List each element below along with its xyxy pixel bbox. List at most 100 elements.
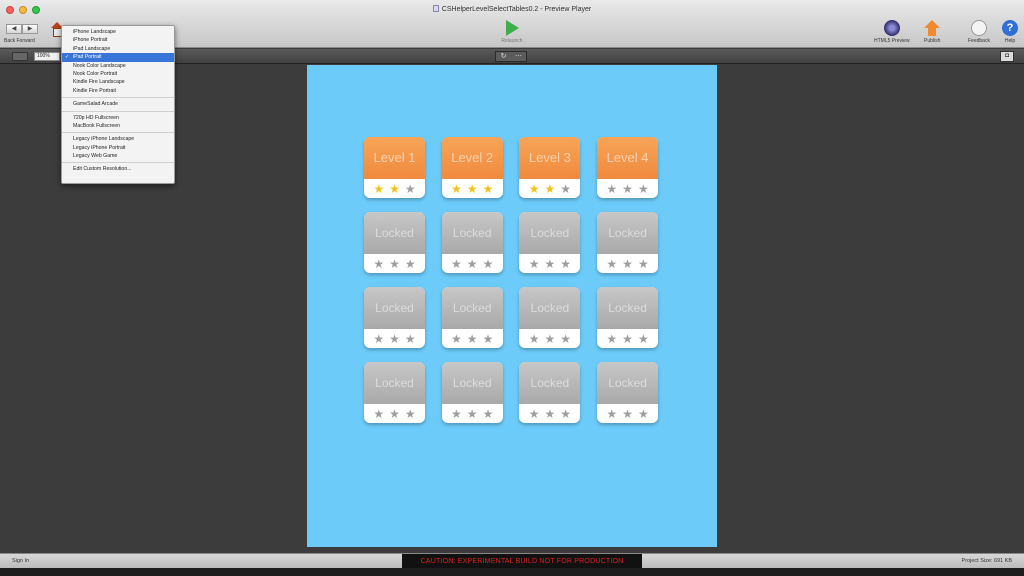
more-icon[interactable]: ⋯ <box>511 52 526 61</box>
device-preview-canvas: Level 1 ★ ★ ★ Level 2 ★ ★ ★ Level 3 ★ ★ ★ Level 4 ★ ★ ★… <box>307 65 717 547</box>
level-tile[interactable]: Level 4 ★ ★ ★ <box>597 137 659 198</box>
project-size: Project Size: 691 KB <box>961 558 1012 564</box>
reload-controls: ↻ ⋯ <box>495 51 527 62</box>
star-empty-icon: ★ <box>637 331 649 346</box>
star-empty-icon: ★ <box>560 331 572 346</box>
menu-item-nook-color-landscape[interactable]: Nook Color Landscape <box>62 62 174 70</box>
star-empty-icon: ★ <box>373 406 385 421</box>
help-button[interactable]: ? Help <box>1002 20 1018 44</box>
menu-item-kindle-fire-portrait[interactable]: Kindle Fire Portrait <box>62 87 174 95</box>
star-empty-icon: ★ <box>606 331 618 346</box>
menu-item-ipad-landscape[interactable]: iPad Landscape <box>62 45 174 53</box>
resolution-toggle[interactable] <box>12 52 28 61</box>
star-empty-icon: ★ <box>451 331 462 346</box>
html5-preview-button[interactable]: HTML5 Preview <box>874 20 910 44</box>
star-empty-icon: ★ <box>373 256 385 271</box>
star-empty-icon: ★ <box>544 406 556 421</box>
menu-item-iphone-landscape[interactable]: iPhone Landscape <box>62 28 174 36</box>
level-label: Locked <box>597 287 659 329</box>
star-filled-icon: ★ <box>528 181 540 196</box>
forward-button[interactable]: ▶ <box>22 24 38 34</box>
feedback-icon <box>970 20 987 36</box>
level-stars: ★ ★ ★ <box>442 179 503 198</box>
star-empty-icon: ★ <box>560 256 572 271</box>
level-label: Locked <box>597 212 659 254</box>
refresh-icon[interactable]: ↻ <box>496 52 511 61</box>
star-filled-icon: ★ <box>373 181 385 196</box>
feedback-label: Feedback <box>968 38 990 44</box>
html5-preview-label: HTML5 Preview <box>874 38 910 44</box>
star-filled-icon: ★ <box>466 181 478 196</box>
star-empty-icon: ★ <box>622 331 633 346</box>
star-empty-icon: ★ <box>528 331 540 346</box>
level-label: Level 3 <box>519 137 581 179</box>
level-tile[interactable]: Level 3 ★ ★ ★ <box>519 137 581 198</box>
star-empty-icon: ★ <box>606 181 618 196</box>
locked-level-tile: Locked ★ ★ ★ <box>519 212 581 273</box>
level-stars: ★ ★ ★ <box>519 254 580 273</box>
level-label: Locked <box>441 287 503 329</box>
star-empty-icon: ★ <box>482 406 494 421</box>
star-empty-icon: ★ <box>404 181 416 196</box>
menu-item-kindle-fire-landscape[interactable]: Kindle Fire Landscape <box>62 78 174 86</box>
locked-level-tile: Locked ★ ★ ★ <box>364 362 425 423</box>
locked-level-tile: Locked ★ ★ ★ <box>597 212 659 273</box>
menu-item-legacy-iphone-portrait[interactable]: Legacy iPhone Portrait <box>62 144 174 152</box>
back-button[interactable]: ◀ <box>6 24 22 34</box>
menu-separator <box>62 110 174 112</box>
level-stars: ★ ★ ★ <box>519 329 580 348</box>
help-icon: ? <box>1002 20 1018 36</box>
menu-item-edit-custom-resolution[interactable]: Edit Custom Resolution... <box>62 165 174 173</box>
star-empty-icon: ★ <box>528 256 540 271</box>
level-label: Level 4 <box>597 137 659 179</box>
level-stars: ★ ★ ★ <box>597 404 658 423</box>
level-label: Locked <box>519 287 581 329</box>
level-stars: ★ ★ ★ <box>597 254 658 273</box>
menu-item-720p-hd-fullscreen[interactable]: 720p HD Fullscreen <box>62 114 174 122</box>
relaunch-button[interactable]: Relaunch <box>492 20 532 44</box>
relaunch-label: Relaunch <box>501 38 523 44</box>
menu-item-ipad-portrait[interactable]: iPad Portrait <box>62 53 174 62</box>
star-empty-icon: ★ <box>482 256 494 271</box>
star-empty-icon: ★ <box>560 406 572 421</box>
star-empty-icon: ★ <box>544 331 556 346</box>
star-empty-icon: ★ <box>637 406 649 421</box>
locked-level-tile: Locked ★ ★ ★ <box>597 362 659 423</box>
star-empty-icon: ★ <box>606 256 618 271</box>
level-label: Locked <box>364 212 425 254</box>
menu-item-macbook-fullscreen[interactable]: MacBook Fullscreen <box>62 122 174 130</box>
camera-icon[interactable]: ◘ <box>1000 51 1014 62</box>
star-filled-icon: ★ <box>451 181 462 196</box>
level-label: Locked <box>519 212 581 254</box>
menu-item-legacy-web-game[interactable]: Legacy Web Game <box>62 152 174 160</box>
level-tile[interactable]: Level 2 ★ ★ ★ <box>441 137 503 198</box>
feedback-button[interactable]: Feedback <box>968 20 990 44</box>
star-empty-icon: ★ <box>482 331 494 346</box>
menu-item-iphone-portrait[interactable]: iPhone Portrait <box>62 36 174 44</box>
level-stars: ★ ★ ★ <box>597 179 658 198</box>
publish-button[interactable]: Publish <box>924 20 940 44</box>
level-stars: ★ ★ ★ <box>364 254 425 273</box>
menu-item-gamesalad-arcade[interactable]: GameSalad Arcade <box>62 100 174 108</box>
menu-separator <box>62 132 174 134</box>
sign-in-link[interactable]: Sign In <box>12 558 29 564</box>
level-tile[interactable]: Level 1 ★ ★ ★ <box>364 137 425 198</box>
level-label: Level 1 <box>364 137 425 179</box>
star-empty-icon: ★ <box>466 331 478 346</box>
menu-item-nook-color-portrait[interactable]: Nook Color Portrait <box>62 70 174 78</box>
level-stars: ★ ★ ★ <box>519 179 580 198</box>
locked-level-tile: Locked ★ ★ ★ <box>441 362 503 423</box>
level-label: Locked <box>441 212 503 254</box>
level-stars: ★ ★ ★ <box>519 404 580 423</box>
level-label: Locked <box>597 362 659 404</box>
star-empty-icon: ★ <box>389 256 400 271</box>
window-title-area: CSHelperLevelSelectTables0.2 - Preview P… <box>0 5 1024 13</box>
zoom-select[interactable]: 100% <box>34 52 60 61</box>
menu-item-legacy-iphone-landscape[interactable]: Legacy iPhone Landscape <box>62 135 174 143</box>
level-label: Locked <box>519 362 581 404</box>
html5-preview-icon <box>883 20 900 36</box>
star-empty-icon: ★ <box>466 406 478 421</box>
status-bar: Sign In CAUTION: EXPERIMENTAL BUILD NOT … <box>0 553 1024 569</box>
publish-label: Publish <box>924 38 941 44</box>
level-label: Locked <box>364 362 425 404</box>
